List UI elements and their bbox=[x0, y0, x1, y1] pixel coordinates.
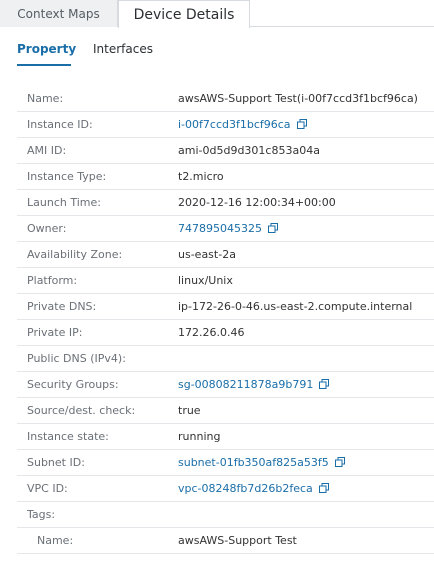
property-row-vpc-id: VPC ID: vpc-08248fb7d26b2feca bbox=[17, 476, 434, 502]
property-key: Private IP: bbox=[27, 326, 83, 339]
property-value: 2020-12-16 12:00:34+00:00 bbox=[178, 196, 336, 209]
copy-icon[interactable] bbox=[319, 379, 330, 389]
property-key: Platform: bbox=[27, 274, 78, 287]
property-row-private-ip: Private IP: 172.26.0.46 bbox=[17, 320, 434, 346]
property-value: ami-0d5d9d301c853a04a bbox=[178, 144, 320, 157]
property-key: Public DNS (IPv4): bbox=[27, 352, 126, 365]
property-row-name: Name: awsAWS-Support Test(i-00f7ccd3f1bc… bbox=[17, 86, 434, 112]
tab-interfaces[interactable]: Interfaces bbox=[93, 38, 153, 68]
property-table: Name: awsAWS-Support Test(i-00f7ccd3f1bc… bbox=[17, 86, 434, 554]
owner-link[interactable]: 747895045325 bbox=[178, 216, 278, 242]
property-row-launch-time: Launch Time: 2020-12-16 12:00:34+00:00 bbox=[17, 190, 434, 216]
property-key: Private DNS: bbox=[27, 300, 97, 313]
active-tab-indicator bbox=[17, 64, 71, 66]
property-row-instance-state: Instance state: running bbox=[17, 424, 434, 450]
property-key: Instance ID: bbox=[27, 118, 93, 131]
property-row-tags: Tags: bbox=[17, 502, 434, 528]
property-value: awsAWS-Support Test(i-00f7ccd3f1bcf96ca) bbox=[178, 92, 418, 105]
property-key: Name: bbox=[37, 534, 74, 547]
property-row-security-groups: Security Groups: sg-00808211878a9b791 bbox=[17, 372, 434, 398]
copy-icon[interactable] bbox=[267, 223, 278, 233]
sub-tab-bar: Property Interfaces bbox=[0, 38, 434, 68]
property-row-private-dns: Private DNS: ip-172-26-0-46.us-east-2.co… bbox=[17, 294, 434, 320]
property-value: awsAWS-Support Test bbox=[178, 534, 297, 547]
property-value: 172.26.0.46 bbox=[178, 326, 245, 339]
security-group-value[interactable]: sg-00808211878a9b791 bbox=[178, 378, 313, 391]
tab-bar: Context Maps Device Details bbox=[0, 0, 434, 28]
property-value: running bbox=[178, 430, 221, 443]
property-key: Security Groups: bbox=[27, 378, 119, 391]
subnet-id-link[interactable]: subnet-01fb350af825a53f5 bbox=[178, 450, 345, 476]
property-value: linux/Unix bbox=[178, 274, 233, 287]
security-group-link[interactable]: sg-00808211878a9b791 bbox=[178, 372, 330, 398]
property-row-instance-type: Instance Type: t2.micro bbox=[17, 164, 434, 190]
property-value: t2.micro bbox=[178, 170, 224, 183]
property-key: Tags: bbox=[27, 508, 56, 521]
tab-device-details[interactable]: Device Details bbox=[118, 0, 250, 28]
tab-property-label: Property bbox=[17, 42, 77, 56]
property-key: Subnet ID: bbox=[27, 456, 85, 469]
vpc-id-link[interactable]: vpc-08248fb7d26b2feca bbox=[178, 476, 329, 502]
copy-icon[interactable] bbox=[296, 119, 307, 129]
vpc-id-value[interactable]: vpc-08248fb7d26b2feca bbox=[178, 482, 313, 495]
instance-id-link[interactable]: i-00f7ccd3f1bcf96ca bbox=[178, 112, 307, 138]
tab-context-maps[interactable]: Context Maps bbox=[0, 0, 118, 27]
instance-id-value[interactable]: i-00f7ccd3f1bcf96ca bbox=[178, 118, 291, 131]
property-key: Name: bbox=[27, 92, 64, 105]
tab-property[interactable]: Property bbox=[17, 38, 76, 68]
property-key: Instance Type: bbox=[27, 170, 107, 183]
property-row-instance-id: Instance ID: i-00f7ccd3f1bcf96ca bbox=[17, 112, 434, 138]
copy-icon[interactable] bbox=[334, 457, 345, 467]
subnet-id-value[interactable]: subnet-01fb350af825a53f5 bbox=[178, 456, 329, 469]
property-value: us-east-2a bbox=[178, 248, 236, 261]
property-key: Source/dest. check: bbox=[27, 404, 136, 417]
property-key: VPC ID: bbox=[27, 482, 68, 495]
property-value: ip-172-26-0-46.us-east-2.compute.interna… bbox=[178, 300, 413, 313]
property-key: AMI ID: bbox=[27, 144, 67, 157]
copy-icon[interactable] bbox=[318, 483, 329, 493]
property-row-availability-zone: Availability Zone: us-east-2a bbox=[17, 242, 434, 268]
property-key: Launch Time: bbox=[27, 196, 101, 209]
property-key: Availability Zone: bbox=[27, 248, 123, 261]
property-key: Owner: bbox=[27, 222, 67, 235]
property-key: Instance state: bbox=[27, 430, 109, 443]
property-row-ami-id: AMI ID: ami-0d5d9d301c853a04a bbox=[17, 138, 434, 164]
owner-value[interactable]: 747895045325 bbox=[178, 222, 262, 235]
property-row-source-dest-check: Source/dest. check: true bbox=[17, 398, 434, 424]
property-row-subnet-id: Subnet ID: subnet-01fb350af825a53f5 bbox=[17, 450, 434, 476]
property-row-owner: Owner: 747895045325 bbox=[17, 216, 434, 242]
property-value: true bbox=[178, 404, 201, 417]
property-row-tag-name: Name: awsAWS-Support Test bbox=[17, 528, 434, 554]
property-row-platform: Platform: linux/Unix bbox=[17, 268, 434, 294]
property-row-public-dns: Public DNS (IPv4): bbox=[17, 346, 434, 372]
